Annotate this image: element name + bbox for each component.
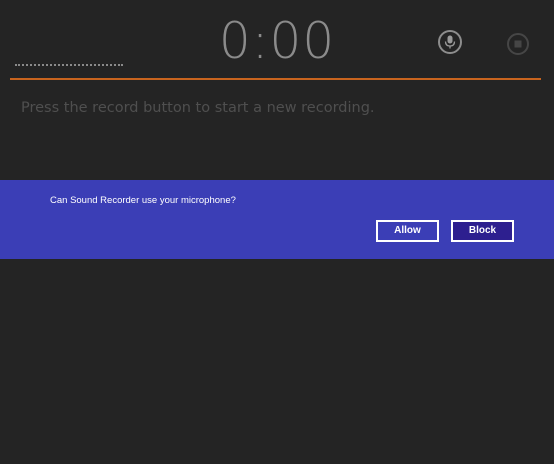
record-button[interactable] [438,30,462,54]
microphone-icon [444,35,456,49]
empty-state-hint: Press the record button to start a new r… [21,100,375,116]
microphone-permission-dialog: Can Sound Recorder use your microphone? … [0,180,554,259]
stop-button[interactable] [507,33,529,55]
timeline-divider [10,78,541,80]
recording-timer: 0:00 [218,12,336,70]
stop-icon [514,40,522,48]
sound-recorder-window: 0:00 Press the record button to start a … [0,0,554,464]
allow-button[interactable]: Allow [376,220,439,242]
permission-message: Can Sound Recorder use your microphone? [50,195,236,206]
block-button[interactable]: Block [451,220,514,242]
